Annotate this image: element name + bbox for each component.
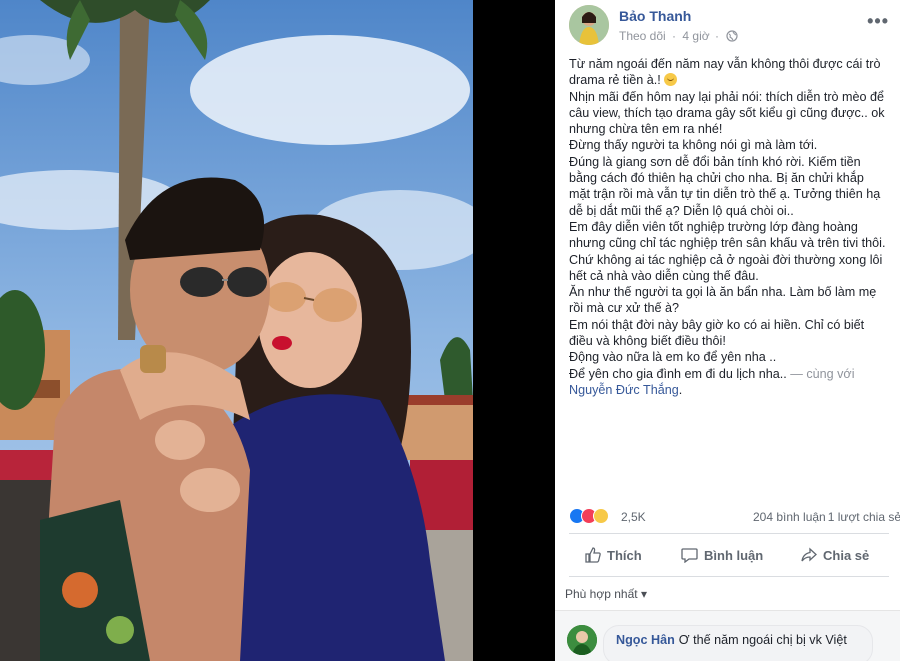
- tagged-user-link[interactable]: Nguyễn Đức Thắng: [569, 383, 679, 397]
- post-line: Em đây diễn viên tốt nghiệp trường lớp đ…: [569, 219, 886, 283]
- post-line: Động vào nữa là em ko để yên nha ..: [569, 350, 777, 365]
- sort-label: Phù hợp nhất: [565, 587, 638, 601]
- post-line: Để yên cho gia đình em đi du lịch nha.. …: [569, 366, 887, 399]
- photo-image: [0, 0, 473, 661]
- post-line-text: Từ năm ngoái đến năm nay vẫn không thôi …: [569, 57, 881, 88]
- with-text: — cùng với: [790, 366, 855, 381]
- like-label: Thích: [607, 547, 642, 563]
- post-line: Ăn như thế người ta gọi là ăn bẩn nha. L…: [569, 285, 877, 316]
- post-line: Đừng thấy người ta không nói gì mà làm t…: [569, 138, 818, 153]
- haha-reaction-icon: [593, 508, 609, 524]
- photo-viewer: Bảo Thanh Theo dõi · 4 giờ · ••• Từ năm …: [0, 0, 900, 661]
- like-button[interactable]: Thích: [585, 538, 642, 572]
- smile-emoji-icon: [664, 73, 678, 87]
- divider: [569, 533, 889, 534]
- post-header: Bảo Thanh Theo dõi · 4 giờ · •••: [569, 5, 889, 47]
- commenter-name[interactable]: Ngọc Hân: [616, 633, 675, 647]
- post-panel: Bảo Thanh Theo dõi · 4 giờ · ••• Từ năm …: [555, 0, 900, 661]
- globe-icon[interactable]: [726, 30, 738, 42]
- reaction-icons[interactable]: [569, 508, 609, 526]
- comment-icon: [681, 548, 698, 563]
- comments-section: Ngọc Hân Ơ thế năm ngoái chị bị vk Việt: [555, 610, 900, 661]
- post-meta: Theo dõi · 4 giờ ·: [619, 28, 738, 43]
- post-time[interactable]: 4 giờ: [682, 29, 709, 43]
- avatar-image: [569, 5, 609, 45]
- comment-text: Ơ thế năm ngoái chị bị vk Việt: [678, 633, 847, 647]
- meta-separator-2: ·: [714, 28, 719, 43]
- comment-count[interactable]: 204 bình luận: [753, 510, 826, 524]
- post-actions: Thích Bình luận Chia sẻ: [569, 538, 889, 572]
- comment-sort-dropdown[interactable]: Phù hợp nhất ▾: [565, 587, 647, 601]
- post-line: Nhịn mãi đến hôm nay lại phải nói: thích…: [569, 89, 885, 137]
- comment-label: Bình luận: [704, 547, 764, 563]
- comment-bubble: Ngọc Hân Ơ thế năm ngoái chị bị vk Việt: [603, 625, 873, 661]
- author-name[interactable]: Bảo Thanh: [619, 8, 691, 24]
- chevron-down-icon: ▾: [640, 587, 647, 601]
- post-line: Đúng là giang sơn dễ đổi bản tính khó rờ…: [569, 154, 881, 218]
- post-line: Từ năm ngoái đến năm nay vẫn không thôi …: [569, 56, 887, 89]
- commenter-avatar-image: [567, 625, 597, 655]
- divider: [569, 576, 889, 577]
- share-icon: [801, 547, 817, 562]
- tagged-suffix: .: [678, 382, 683, 397]
- post-body: Từ năm ngoái đến năm nay vẫn không thôi …: [569, 56, 887, 398]
- share-label: Chia sẻ: [823, 547, 870, 563]
- reactions-row: 2,5K 204 bình luận 1 lượt chia sẻ: [569, 508, 900, 528]
- post-photo[interactable]: [0, 0, 473, 661]
- like-icon: [585, 547, 601, 563]
- reaction-count[interactable]: 2,5K: [621, 510, 646, 524]
- commenter-avatar[interactable]: [567, 625, 597, 655]
- more-icon[interactable]: •••: [867, 11, 889, 32]
- share-count[interactable]: 1 lượt chia sẻ: [828, 510, 900, 524]
- viewer-gap: [473, 0, 555, 661]
- post-line-text: Để yên cho gia đình em đi du lịch nha..: [569, 366, 787, 381]
- author-avatar[interactable]: [569, 5, 609, 45]
- share-button[interactable]: Chia sẻ: [801, 538, 869, 572]
- meta-separator: ·: [672, 28, 677, 43]
- comment-button[interactable]: Bình luận: [681, 538, 763, 572]
- post-line: Em nói thật đời này bây giờ ko có ai hiề…: [569, 317, 865, 349]
- follow-link[interactable]: Theo dõi: [619, 29, 666, 43]
